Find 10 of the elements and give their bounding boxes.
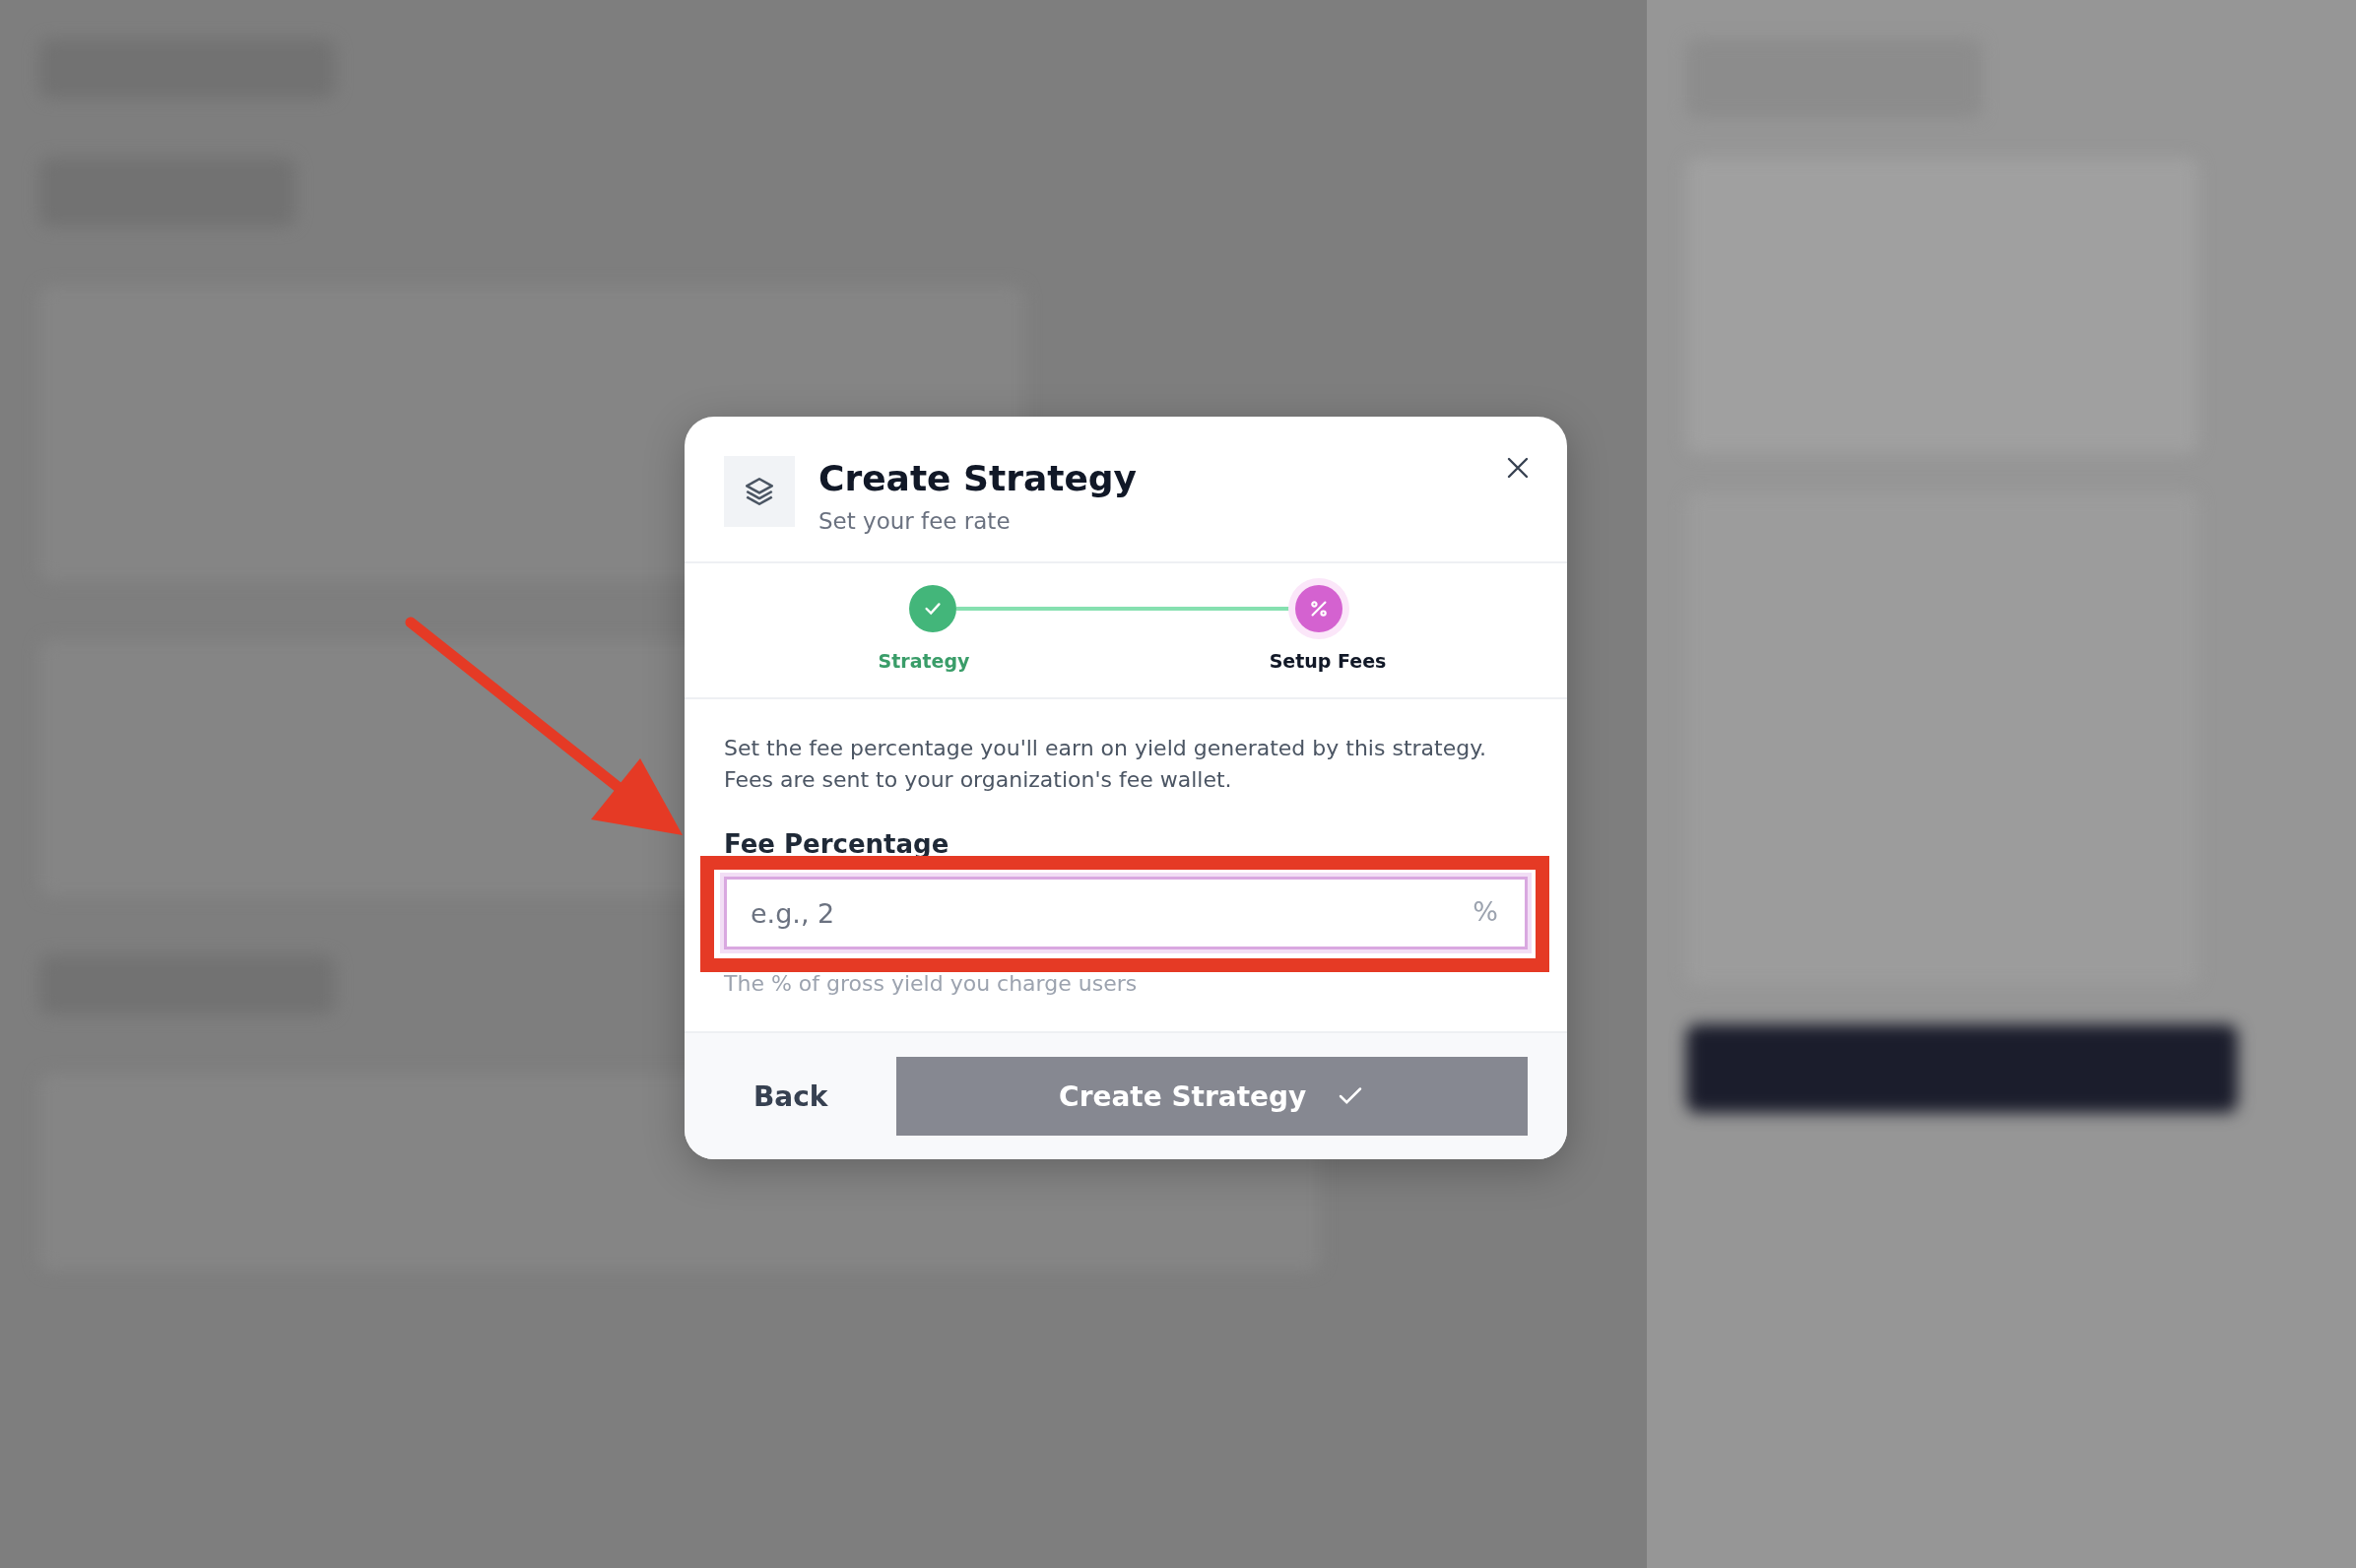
percent-suffix: % (1472, 896, 1498, 927)
dialog-title: Create Strategy (818, 458, 1138, 498)
description-text: Set the fee percentage you'll earn on yield generated by this strategy. Fees are sent to your organization's fee wallet. (724, 735, 1488, 794)
dialog-subtitle: Set your fee rate (818, 508, 1012, 534)
field-label: Fee Percentage (724, 829, 950, 859)
layers-icon (724, 456, 795, 527)
help-text: The % of gross yield you charge users (724, 971, 1139, 996)
back-button[interactable]: Back (724, 1070, 858, 1123)
step-label: Strategy (877, 650, 971, 672)
step-label: Setup Fees (1268, 650, 1388, 672)
